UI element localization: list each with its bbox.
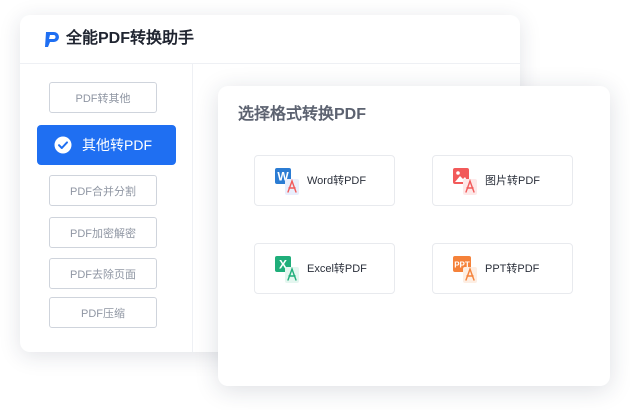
app-title: 全能PDF转换助手	[66, 30, 195, 47]
sidebar-item-encrypt-decrypt[interactable]: PDF加密解密	[49, 217, 157, 248]
option-label: 图片转PDF	[485, 175, 540, 187]
panel-title: 选择格式转换PDF	[238, 106, 367, 123]
excel-icon: X	[275, 256, 299, 283]
sidebar-item-other-to-pdf[interactable]: 其他转PDF	[37, 125, 176, 165]
sidebar-item-label: PDF加密解密	[70, 227, 136, 240]
sidebar: PDF转其他 其他转PDF PDF合并分割 PDF加密解密 PDF去除页面 PD…	[20, 64, 193, 352]
option-label: Word转PDF	[307, 175, 367, 187]
sidebar-item-merge-split[interactable]: PDF合并分割	[49, 175, 157, 206]
option-label: Excel转PDF	[307, 263, 367, 275]
sidebar-item-label: 其他转PDF	[82, 137, 152, 153]
sidebar-item-label: PDF转其他	[75, 92, 131, 105]
option-excel-to-pdf[interactable]: X Excel转PDF	[254, 243, 395, 294]
app-logo-icon	[45, 32, 59, 47]
word-icon: W	[275, 168, 299, 195]
option-label: PPT转PDF	[485, 263, 540, 275]
sidebar-item-pdf-to-other[interactable]: PDF转其他	[49, 82, 157, 113]
format-panel: 选择格式转换PDF W Word转PDF 图片转PDF X Excel转PDF	[218, 86, 610, 386]
option-word-to-pdf[interactable]: W Word转PDF	[254, 155, 395, 206]
app-header: 全能PDF转换助手	[20, 15, 520, 64]
sidebar-item-label: PDF压缩	[81, 307, 125, 320]
check-circle-icon	[54, 136, 72, 154]
sidebar-item-label: PDF合并分割	[70, 185, 136, 198]
image-icon	[453, 168, 477, 195]
option-image-to-pdf[interactable]: 图片转PDF	[432, 155, 573, 206]
option-ppt-to-pdf[interactable]: PPT PPT转PDF	[432, 243, 573, 294]
sidebar-item-label: PDF去除页面	[70, 268, 136, 281]
sidebar-item-remove-pages[interactable]: PDF去除页面	[49, 258, 157, 289]
ppt-icon: PPT	[453, 256, 477, 283]
sidebar-item-compress[interactable]: PDF压缩	[49, 297, 157, 328]
